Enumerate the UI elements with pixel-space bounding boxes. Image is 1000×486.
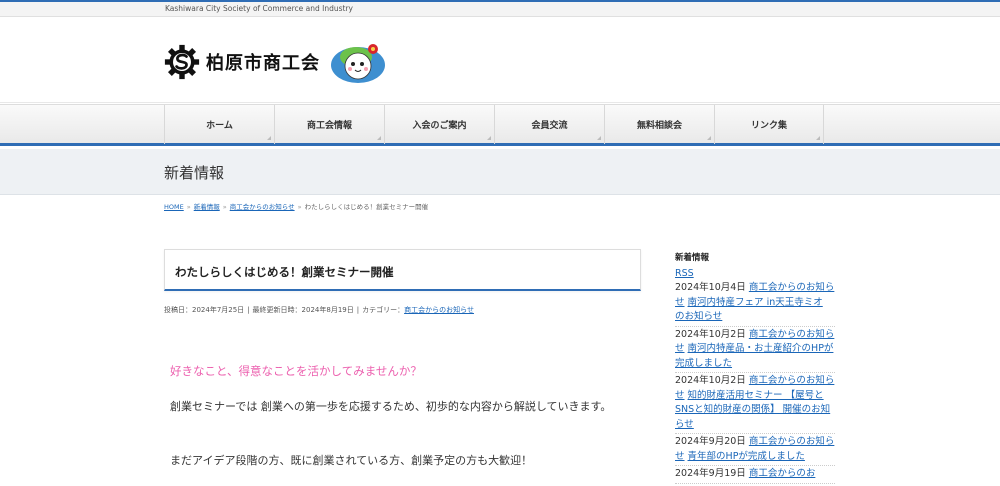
meta-divider: | [247,306,250,314]
news-title-link[interactable]: 南河内特産品・お土産紹介のHPが完成しました [675,343,833,369]
site-logo[interactable]: 柏原市商工会 [164,39,388,85]
breadcrumb: HOME» 新着情報» 商工会からのお知らせ» わたしらしくはじめる！創業セミナー開催 [164,201,428,211]
sidebar-news-item: 2024年10月2日 商工会からのお知らせ 南河内特産品・お土産紹介のHPが完成… [675,328,835,373]
breadcrumb-separator: » [297,203,302,211]
news-title-link[interactable]: 知的財産活用セミナー 【屋号とSNSと知的財産の関係】 開催のお知らせ [675,390,830,430]
article-title: わたしらしくはじめる！創業セミナー開催 [175,265,394,279]
updated-date: 最終更新日時：2024年8月19日 [252,306,354,314]
news-date: 2024年10月2日 [675,375,746,386]
sidebar-news: 新着情報 RSS 2024年10月4日 商工会からのお知らせ 南河内特産フェア … [675,251,835,485]
news-category-link[interactable]: 商工会からのお [749,468,816,479]
news-date: 2024年10月2日 [675,328,746,340]
news-title-link[interactable]: 青年部のHPが完成しました [688,451,805,462]
nav-item-member-exchange[interactable]: 会員交流 [494,105,604,144]
breadcrumb-home-link[interactable]: HOME [164,203,184,211]
sidebar-news-item: 2024年9月19日 商工会からのお [675,467,835,484]
gear-s-logo-icon [164,44,200,80]
breadcrumb-category-link[interactable]: 商工会からのお知らせ [230,203,295,211]
site-tagline: Kashiwara City Society of Commerce and I… [165,4,353,13]
nav-item-membership[interactable]: 入会のご案内 [384,105,494,144]
breadcrumb-separator: » [222,203,227,211]
nav-item-about[interactable]: 商工会情報 [274,105,384,144]
article-meta: 投稿日：2024年7月25日 | 最終更新日時：2024年8月19日 | カテゴリー：商… [164,305,474,315]
site-header: 柏原市商工会 [0,17,1000,103]
sidebar-news-item: 2024年9月20日 商工会からのお知らせ 青年部のHPが完成しました [675,435,835,466]
page-title: 新着情報 [164,164,225,182]
topbar: Kashiwara City Society of Commerce and I… [0,0,1000,17]
breadcrumb-current: わたしらしくはじめる！創業セミナー開催 [304,203,429,211]
posted-date: 投稿日：2024年7月25日 [164,306,245,314]
breadcrumb-news-link[interactable]: 新着情報 [194,203,220,211]
meta-divider: | [356,306,360,314]
nav-item-home[interactable]: ホーム [164,105,274,144]
article-lead: 好きなこと、得意なことを活かしてみませんか？ [170,364,422,378]
mascot-character-icon [331,44,385,83]
main-nav: ホーム 商工会情報 入会のご案内 会員交流 無料相談会 リンク集 [0,104,1000,146]
category-label: カテゴリー： [362,306,405,314]
news-date: 2024年9月20日 [675,436,746,447]
logo-text: 柏原市商工会 [206,53,320,74]
news-title-link[interactable]: 南河内特産フェア in天王寺ミオ のお知らせ [675,297,823,323]
article-paragraph: 創業セミナーでは 創業への第一歩を応援するため、初歩的な内容から解説していきます… [170,400,612,413]
sidebar-news-item: 2024年10月2日 商工会からのお知らせ 知的財産活用セミナー 【屋号とSNS… [675,374,835,434]
nav-item-free-consultation[interactable]: 無料相談会 [604,105,714,144]
breadcrumb-separator: » [186,203,191,211]
sidebar-heading: 新着情報 [675,253,710,263]
nav-item-links[interactable]: リンク集 [714,105,824,144]
article-title-box: わたしらしくはじめる！創業セミナー開催 [164,249,641,291]
sidebar-news-item: 2024年10月4日 商工会からのお知らせ 南河内特産フェア in天王寺ミオ の… [675,281,835,327]
category-link[interactable]: 商工会からのお知らせ [404,306,474,314]
page-title-bar: 新着情報 [0,149,1000,195]
article-paragraph: まだアイデア段階の方、既に創業されている方、創業予定の方も大歓迎！ [170,454,533,467]
news-date: 2024年9月19日 [675,468,746,479]
rss-link[interactable]: RSS [675,268,835,279]
news-date: 2024年10月4日 [675,282,746,293]
